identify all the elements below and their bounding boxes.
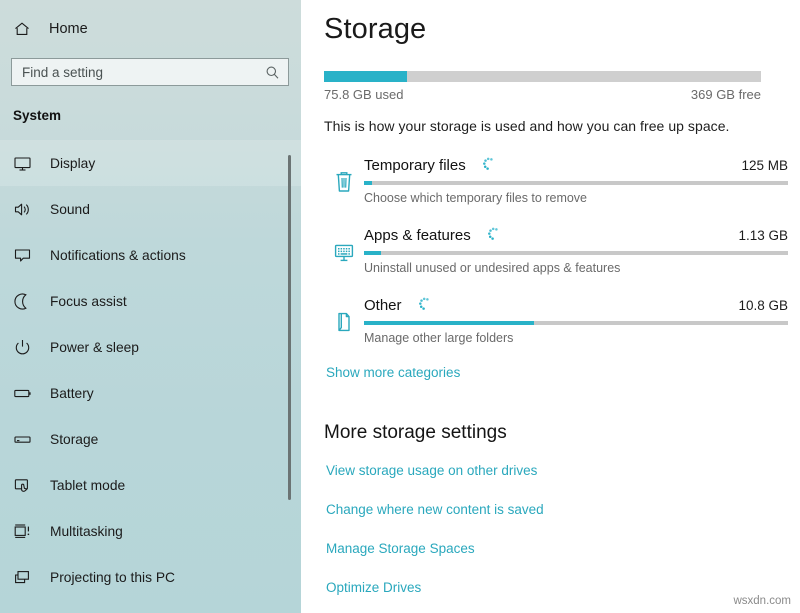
category-header: Temporary files 125 MB	[364, 154, 788, 174]
category-bar-fill	[364, 181, 373, 185]
sidebar-scrollbar[interactable]	[288, 0, 296, 613]
power-icon	[13, 338, 43, 357]
watermark: wsxdn.com	[733, 595, 791, 607]
folder-icon	[324, 294, 364, 345]
category-body: Apps & features 1.13 GB Uninstall unused…	[364, 224, 788, 275]
link-view-storage-other-drives[interactable]: View storage usage on other drives	[326, 463, 800, 478]
sidebar-item-tablet-mode-label: Tablet mode	[50, 477, 126, 493]
drive-usage-fill	[324, 71, 408, 82]
category-subtitle: Manage other large folders	[364, 331, 514, 345]
category-body: Temporary files 125 MB Choose which temp…	[364, 154, 788, 205]
category-size: 1.13 GB	[738, 228, 788, 243]
settings-window: Home System	[0, 0, 800, 613]
sidebar-item-multitasking[interactable]: Multitasking	[0, 508, 301, 554]
sidebar-item-storage-label: Storage	[50, 431, 99, 447]
trash-icon	[324, 154, 364, 205]
intro-text: This is how your storage is used and how…	[324, 118, 730, 134]
monitor-icon	[13, 154, 43, 173]
category-name[interactable]: Apps & features	[364, 227, 471, 244]
link-optimize-drives[interactable]: Optimize Drives	[326, 580, 800, 595]
sidebar-scrollbar-thumb[interactable]	[288, 155, 291, 500]
speaker-icon	[13, 200, 43, 219]
sidebar-item-projecting-label: Projecting to this PC	[50, 569, 175, 585]
drive-used-label: 75.8 GB used	[324, 87, 404, 102]
sidebar-nav: Display Sound Notifications & actions Fo…	[0, 140, 301, 600]
project-icon	[13, 568, 43, 587]
category-size: 125 MB	[741, 158, 788, 173]
sidebar-item-battery[interactable]: Battery	[0, 370, 301, 416]
more-settings-title: More storage settings	[324, 422, 507, 443]
sidebar-item-multitasking-label: Multitasking	[50, 523, 123, 539]
search-container	[0, 44, 301, 86]
category-bar	[364, 321, 788, 325]
battery-icon	[13, 384, 43, 403]
home-icon	[13, 20, 43, 38]
main-content: Storage 75.8 GB used 369 GB free This is…	[301, 0, 800, 613]
category-bar	[364, 181, 788, 185]
show-more-categories-link[interactable]: Show more categories	[326, 365, 460, 380]
drive-icon	[13, 430, 43, 449]
sidebar-item-storage[interactable]: Storage	[0, 416, 301, 462]
category-bar-fill	[364, 321, 534, 325]
sidebar-item-projecting[interactable]: Projecting to this PC	[0, 554, 301, 600]
category-bar-fill	[364, 251, 381, 255]
drive-free-label: 369 GB free	[690, 87, 761, 102]
sidebar-item-focus-assist-label: Focus assist	[50, 293, 127, 309]
category-name[interactable]: Temporary files	[364, 157, 466, 174]
sidebar-item-battery-label: Battery	[50, 385, 94, 401]
sidebar-item-focus-assist[interactable]: Focus assist	[0, 278, 301, 324]
notification-icon	[13, 246, 43, 265]
category-row[interactable]: Apps & features 1.13 GB Uninstall unused…	[324, 224, 788, 275]
apps-monitor-icon	[324, 224, 364, 275]
category-body: Other 10.8 GB Manage other large folders	[364, 294, 788, 345]
loading-spinner-icon	[485, 226, 501, 242]
category-name[interactable]: Other	[364, 297, 402, 314]
link-change-new-content-location[interactable]: Change where new content is saved	[326, 502, 800, 517]
search-box[interactable]	[11, 58, 289, 86]
category-subtitle: Choose which temporary files to remove	[364, 191, 588, 205]
drive-usage-section: 75.8 GB used 369 GB free	[324, 71, 761, 102]
sidebar-item-notifications-label: Notifications & actions	[50, 247, 186, 263]
sidebar-item-notifications[interactable]: Notifications & actions	[0, 232, 301, 278]
link-manage-storage-spaces[interactable]: Manage Storage Spaces	[326, 541, 800, 556]
category-bar	[364, 251, 788, 255]
multitasking-icon	[13, 522, 43, 541]
category-row[interactable]: Temporary files 125 MB Choose which temp…	[324, 154, 788, 205]
sidebar-item-sound-label: Sound	[50, 201, 90, 217]
sidebar-item-sound[interactable]: Sound	[0, 186, 301, 232]
moon-icon	[13, 292, 43, 311]
search-input[interactable]	[22, 64, 264, 80]
more-settings-links: View storage usage on other drives Chang…	[324, 463, 800, 595]
page-title: Storage	[324, 13, 427, 45]
category-list: Temporary files 125 MB Choose which temp…	[324, 154, 800, 345]
category-row[interactable]: Other 10.8 GB Manage other large folders	[324, 294, 788, 345]
sidebar-section-title: System	[13, 108, 62, 123]
loading-spinner-icon	[416, 296, 432, 312]
search-icon[interactable]	[264, 65, 280, 80]
category-subtitle: Uninstall unused or undesired apps & fea…	[364, 261, 621, 275]
category-size: 10.8 GB	[738, 298, 788, 313]
category-header: Apps & features 1.13 GB	[364, 224, 788, 244]
drive-usage-meta: 75.8 GB used 369 GB free	[324, 87, 761, 102]
sidebar-item-display[interactable]: Display	[0, 140, 301, 186]
sidebar-item-display-label: Display	[50, 155, 96, 171]
drive-usage-bar	[324, 71, 761, 82]
sidebar-item-power-sleep-label: Power & sleep	[50, 339, 139, 355]
sidebar: Home System	[0, 0, 301, 613]
loading-spinner-icon	[480, 156, 496, 172]
sidebar-item-home-label: Home	[49, 21, 88, 37]
sidebar-item-home[interactable]: Home	[0, 14, 301, 44]
category-header: Other 10.8 GB	[364, 294, 788, 314]
sidebar-item-power-sleep[interactable]: Power & sleep	[0, 324, 301, 370]
sidebar-item-tablet-mode[interactable]: Tablet mode	[0, 462, 301, 508]
tablet-icon	[13, 476, 43, 495]
